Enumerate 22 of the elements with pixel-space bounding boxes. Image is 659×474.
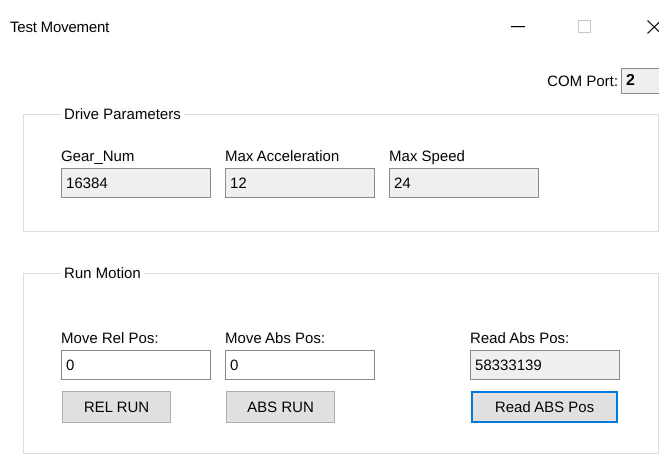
run-button[interactable]: Read ABS Pos <box>471 391 618 423</box>
input-field[interactable]: 16384 <box>61 168 211 198</box>
field-label: Move Abs Pos: <box>225 329 326 349</box>
input-field[interactable]: 0 <box>225 350 375 380</box>
com-port-field[interactable]: 2 <box>621 68 659 94</box>
input-field[interactable]: 58333139 <box>470 350 620 380</box>
field-label: Max Acceleration <box>225 147 340 167</box>
minimize-icon[interactable] <box>511 26 525 28</box>
run-button[interactable]: REL RUN <box>62 391 171 423</box>
field-label: Read Abs Pos: <box>470 329 570 349</box>
window-title: Test Movement <box>10 19 110 36</box>
com-port-label: COM Port: <box>547 72 618 90</box>
input-field[interactable]: 24 <box>389 168 539 198</box>
group-title: Drive Parameters <box>63 106 182 123</box>
field-label: Max Speed <box>389 147 466 167</box>
input-field[interactable]: 12 <box>225 168 375 198</box>
field-label: Gear_Num <box>61 147 136 167</box>
input-field[interactable]: 0 <box>61 350 211 380</box>
field-label: Move Rel Pos: <box>61 329 160 349</box>
run-button[interactable]: ABS RUN <box>226 391 335 423</box>
close-icon[interactable] <box>647 20 659 34</box>
group-title: Run Motion <box>63 265 142 282</box>
